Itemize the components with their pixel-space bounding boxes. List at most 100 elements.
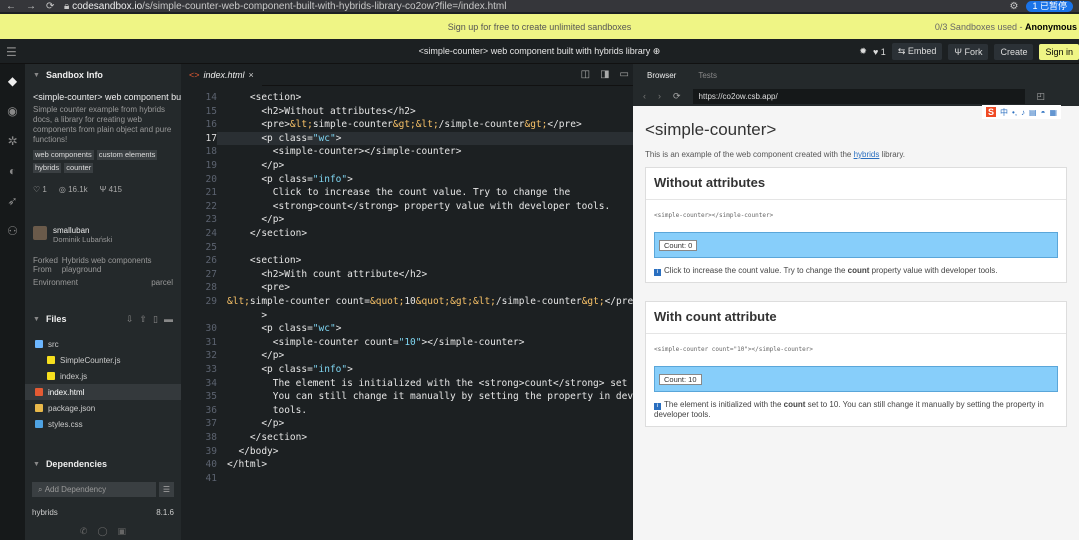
- paused-button[interactable]: 1 已暂停: [1026, 0, 1073, 12]
- mic-icon[interactable]: ♪: [1021, 108, 1025, 117]
- tag-item[interactable]: web components: [33, 150, 94, 160]
- section-title: With count attribute: [646, 302, 1066, 334]
- fork-label: Fork: [964, 46, 983, 57]
- config-icon[interactable]: ✲: [7, 134, 17, 148]
- forked-from-label: Forked From: [33, 256, 58, 274]
- info-text: i The element is initialized with the cou…: [654, 400, 1066, 420]
- browser-nav: ← → ⟳: [0, 1, 60, 12]
- sogou-icon[interactable]: S: [986, 107, 997, 117]
- forked-from-link[interactable]: Hybrids web components playground: [62, 256, 173, 274]
- settings-icon[interactable]: ✹: [859, 46, 867, 57]
- preview-pane-icon[interactable]: ▭: [620, 69, 629, 80]
- hybrids-link[interactable]: hybrids: [854, 150, 880, 159]
- line-number: 37: [205, 418, 217, 430]
- search-icon[interactable]: ◉: [7, 104, 17, 118]
- counter-button[interactable]: Count: 10: [659, 373, 702, 385]
- info-text: i Click to increase the count value. Try …: [654, 266, 1066, 276]
- file-tree-item[interactable]: SimpleCounter.js: [25, 352, 181, 368]
- tag-item[interactable]: hybrids: [33, 163, 62, 173]
- tab-tests[interactable]: Tests: [698, 71, 717, 80]
- js-file-icon: [47, 356, 55, 364]
- embed-button[interactable]: ⇆ Embed: [891, 43, 943, 60]
- dependency-version[interactable]: 8.1.6: [156, 508, 174, 517]
- tab-index-html[interactable]: <> index.html ×: [181, 63, 262, 86]
- line-number: 30: [205, 323, 217, 335]
- tab-browser[interactable]: Browser: [647, 71, 676, 80]
- github-icon[interactable]: ◯: [97, 526, 107, 537]
- chevron-down-icon: ▼: [33, 315, 40, 323]
- punctuation-icon[interactable]: •,: [1012, 108, 1017, 117]
- code-area[interactable]: 14 <section> 15 <h2>Without attributes</h…: [181, 86, 633, 540]
- dependencies-header[interactable]: ▼ Dependencies: [25, 456, 181, 472]
- forward-icon[interactable]: ›: [658, 91, 661, 101]
- split-horizontal-icon[interactable]: ◨: [600, 69, 609, 80]
- deploy-icon[interactable]: ➶: [7, 194, 17, 208]
- create-button[interactable]: Create: [994, 43, 1034, 60]
- close-icon[interactable]: ×: [249, 70, 254, 80]
- info-icon[interactable]: ◆: [8, 74, 17, 88]
- code-sample: <simple-counter></simple-counter>: [654, 212, 774, 219]
- upload-icon[interactable]: ⇧: [140, 314, 148, 325]
- live-icon[interactable]: ⚇: [7, 224, 18, 238]
- skin-icon[interactable]: ◓: [1041, 108, 1046, 117]
- info-strong: count: [783, 400, 806, 409]
- dependency-item[interactable]: hybrids 8.1.6: [32, 508, 174, 517]
- line-number: 40: [205, 459, 217, 471]
- fork-button[interactable]: Ψ Fork: [948, 43, 989, 60]
- info-icon: i: [654, 269, 661, 276]
- section-title: Without attributes: [646, 168, 1066, 200]
- discord-icon[interactable]: ▣: [118, 526, 127, 537]
- new-file-icon[interactable]: ⇩: [126, 314, 134, 325]
- author-block[interactable]: smalluban Dominik Lubański: [25, 204, 181, 244]
- chinese-mode-icon[interactable]: 中: [1000, 107, 1008, 118]
- file-tree-item[interactable]: styles.css: [25, 416, 181, 432]
- file-tree-item[interactable]: index.html: [25, 384, 181, 400]
- line-number: 31: [205, 336, 217, 348]
- new-folder-icon[interactable]: ▬: [164, 314, 173, 325]
- like-button[interactable]: ♥ 1: [873, 47, 886, 57]
- line-number: 34: [205, 377, 217, 389]
- forward-icon[interactable]: →: [26, 1, 36, 12]
- code-line: You can still change it manually by sett…: [227, 391, 633, 403]
- line-number: 35: [205, 391, 217, 403]
- embed-label: Embed: [907, 46, 937, 56]
- toolbox-icon[interactable]: ▦: [1049, 108, 1057, 117]
- reload-icon[interactable]: ⟳: [46, 1, 54, 12]
- code-line: <section>: [227, 255, 302, 267]
- counter-button[interactable]: Count: 0: [659, 239, 698, 251]
- split-view-icon[interactable]: ◫: [581, 69, 590, 80]
- url-path: /s/simple-counter-web-component-built-wi…: [142, 0, 507, 12]
- files-header[interactable]: ▼ Files ⇩ ⇧ ▯ ▬: [25, 310, 181, 328]
- tag-item[interactable]: counter: [64, 163, 94, 173]
- back-icon[interactable]: ←: [6, 1, 16, 12]
- signin-button[interactable]: Sign in: [1039, 43, 1079, 60]
- banner-message[interactable]: Sign up for free to create unlimited san…: [0, 22, 1079, 32]
- extension-icon[interactable]: ⚙: [1009, 1, 1018, 12]
- sandbox-info-header[interactable]: ▼ Sandbox Info: [25, 64, 181, 86]
- activity-bar: ◆ ◉ ✲ ◐ ➶ ⚇: [0, 64, 25, 540]
- eye-icon: ◎: [58, 185, 66, 194]
- back-icon[interactable]: ‹: [643, 91, 646, 101]
- file-tree-item[interactable]: package.json: [25, 400, 181, 416]
- json-file-icon: [35, 404, 43, 412]
- dependency-list-button[interactable]: ☰: [159, 482, 174, 497]
- twitter-icon[interactable]: ✆: [80, 526, 88, 537]
- address-bar[interactable]: 🔒︎ codesandbox.io/s/simple-counter-web-c…: [60, 1, 1009, 12]
- sandbox-usage: 0/3 Sandboxes used - Anonymous: [935, 22, 1077, 32]
- new-file-icon[interactable]: ▯: [153, 314, 158, 325]
- file-tree-item[interactable]: src: [25, 336, 181, 352]
- new-window-icon[interactable]: ◰: [1037, 91, 1046, 102]
- add-dependency-input[interactable]: ⌕ Add Dependency: [32, 482, 156, 497]
- keyboard-icon[interactable]: ▤: [1029, 108, 1037, 117]
- preview-url-input[interactable]: https://co2ow.csb.app/: [692, 88, 1025, 104]
- file-tree-item[interactable]: index.js: [25, 368, 181, 384]
- tag-item[interactable]: custom elements: [96, 150, 158, 160]
- github-icon[interactable]: ◐: [9, 164, 16, 178]
- file-name: index.html: [48, 387, 85, 397]
- refresh-icon[interactable]: ⟳: [673, 91, 681, 102]
- chevron-down-icon: ▼: [33, 460, 40, 468]
- ime-toolbar: S 中 •, ♪ ▤ ◓ ▦: [982, 105, 1062, 119]
- forked-from-row: Forked From Hybrids web components playg…: [25, 256, 181, 274]
- page-title: <simple-counter>: [645, 120, 777, 139]
- like-count: 1: [880, 46, 886, 57]
